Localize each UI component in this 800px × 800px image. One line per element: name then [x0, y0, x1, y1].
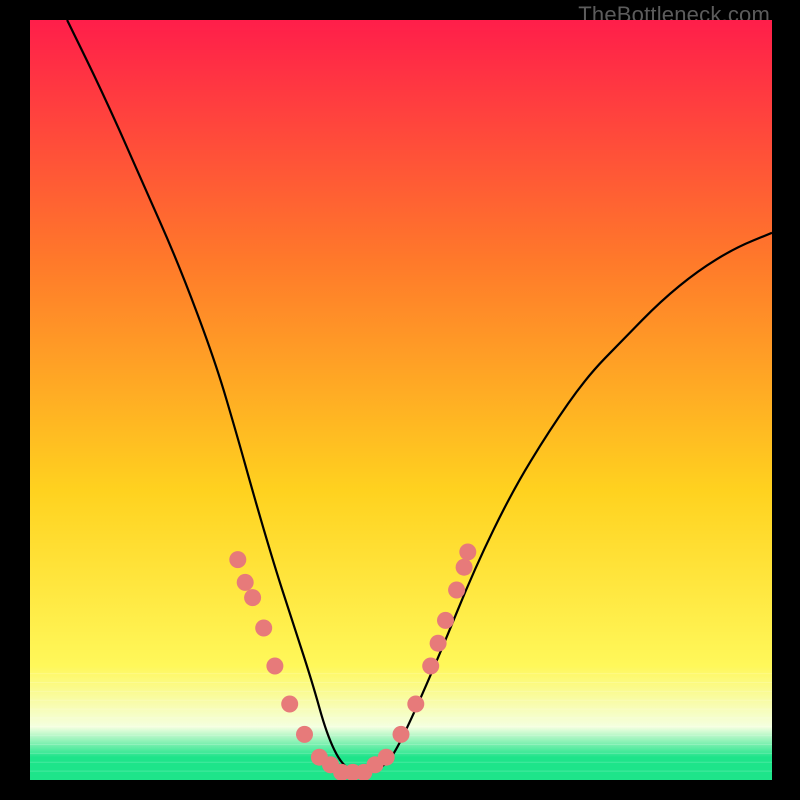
sample-dot [296, 726, 313, 743]
sample-dot [393, 726, 410, 743]
chart-svg [30, 20, 772, 780]
sample-dot [459, 544, 476, 561]
plot-area [30, 20, 772, 780]
sample-dot [437, 612, 454, 629]
gradient-background [30, 20, 772, 780]
chart-frame: TheBottleneck.com [0, 0, 800, 800]
sample-dot [422, 658, 439, 675]
sample-dot [229, 551, 246, 568]
sample-dot [456, 559, 473, 576]
sample-dot [255, 620, 272, 637]
sample-dot [407, 696, 424, 713]
sample-dot [244, 589, 261, 606]
sample-dot [281, 696, 298, 713]
sample-dot [430, 635, 447, 652]
sample-dot [448, 582, 465, 599]
sample-dot [266, 658, 283, 675]
sample-dot [237, 574, 254, 591]
sample-dot [378, 749, 395, 766]
